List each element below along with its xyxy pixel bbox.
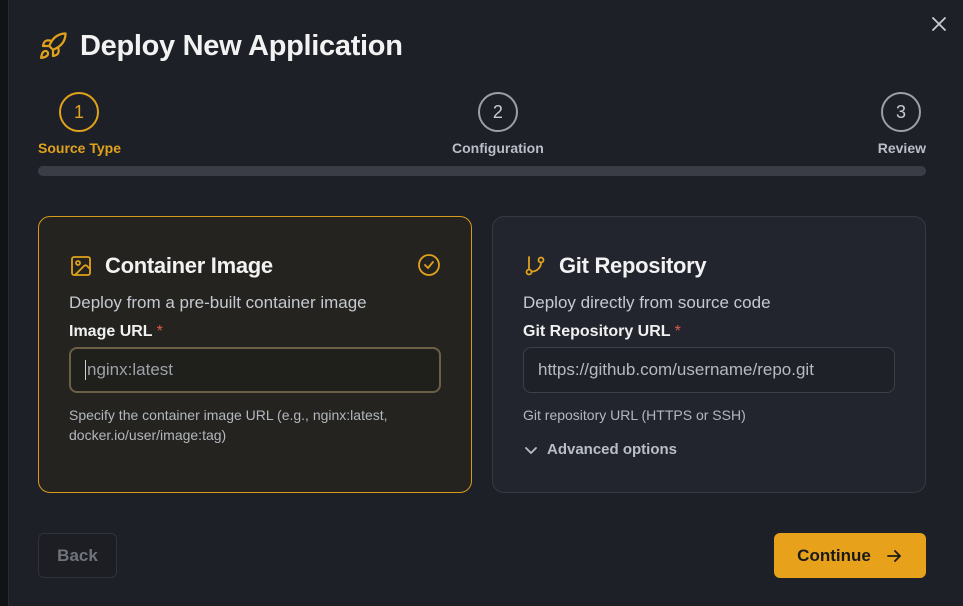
step-review: 3 Review: [878, 92, 926, 156]
git-repository-card[interactable]: Git Repository Deploy directly from sour…: [492, 216, 926, 493]
advanced-options-label: Advanced options: [547, 441, 678, 458]
card-header: Git Repository: [523, 253, 895, 279]
text-caret: [85, 360, 86, 380]
close-icon: [932, 17, 946, 31]
step-source-type: 1 Source Type: [38, 92, 121, 156]
card-title: Container Image: [105, 253, 273, 278]
git-url-help: Git repository URL (HTTPS or SSH): [523, 407, 746, 423]
chevron-down-icon: [525, 446, 537, 454]
arrow-right-icon: [886, 549, 901, 562]
rocket-icon: [40, 32, 67, 59]
progress-bar: [38, 166, 926, 176]
continue-button[interactable]: Continue: [774, 533, 926, 578]
required-mark: *: [156, 323, 163, 340]
container-image-card[interactable]: Container Image Deploy from a pre-built …: [38, 216, 472, 493]
image-icon: [71, 256, 91, 276]
continue-label: Continue: [797, 545, 871, 565]
image-url-input[interactable]: nginx:latest: [69, 347, 441, 393]
step-label: Review: [877, 140, 926, 156]
advanced-options-toggle[interactable]: Advanced options: [523, 441, 895, 458]
card-title: Git Repository: [559, 253, 707, 278]
dialog-title: Deploy New Application: [80, 29, 403, 62]
backdrop: [0, 0, 8, 606]
step-number: 2: [477, 92, 518, 132]
deploy-dialog: Deploy New Application 1 Source Type 2 C…: [8, 0, 963, 606]
step-configuration: 2 Configuration: [452, 92, 544, 156]
card-description: Deploy from a pre-built container image: [69, 293, 367, 312]
dialog-header: Deploy New Application: [38, 26, 403, 66]
stepper: 1 Source Type 2 Configuration 3 Review: [38, 92, 926, 176]
input-placeholder: nginx:latest: [87, 360, 173, 379]
check-circle-icon: [418, 254, 440, 276]
close-button[interactable]: [927, 12, 951, 36]
required-mark: *: [674, 323, 681, 340]
card-header: Container Image: [69, 253, 441, 279]
back-button[interactable]: Back: [38, 533, 117, 578]
image-url-help: Specify the container image URL (e.g., n…: [69, 407, 388, 443]
input-placeholder: https://github.com/username/repo.git: [538, 360, 814, 379]
git-branch-icon: [525, 256, 545, 276]
git-url-input[interactable]: https://github.com/username/repo.git: [523, 347, 895, 393]
image-url-label: Image URL *: [69, 323, 163, 340]
git-url-label: Git Repository URL *: [523, 323, 681, 340]
card-description: Deploy directly from source code: [523, 293, 771, 312]
step-label: Configuration: [452, 140, 544, 156]
step-number: 3: [881, 92, 921, 132]
step-label: Source Type: [38, 140, 121, 156]
step-number: 1: [59, 92, 99, 132]
